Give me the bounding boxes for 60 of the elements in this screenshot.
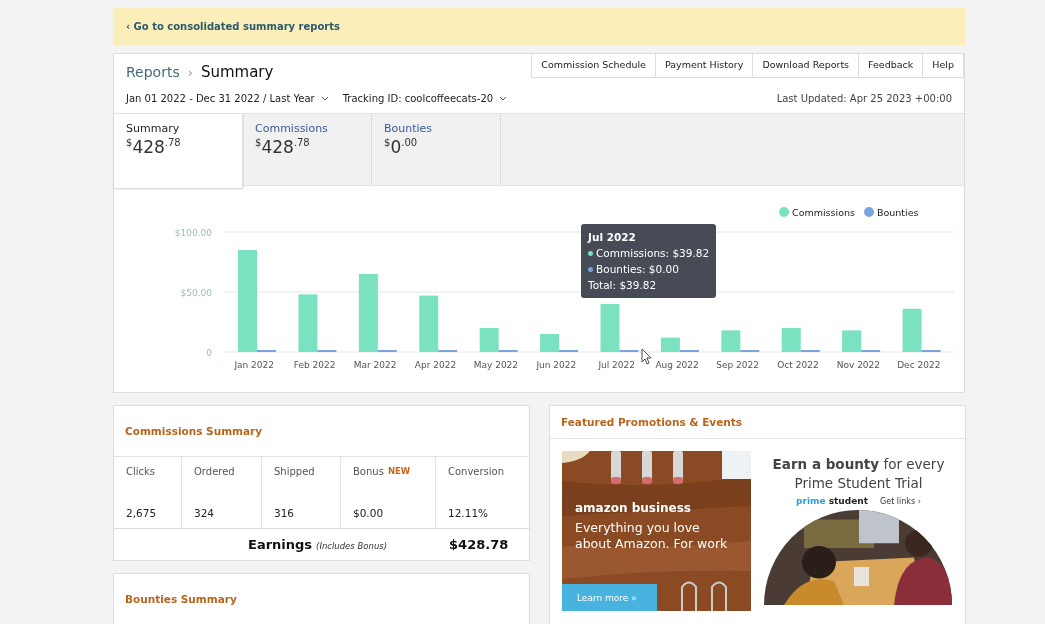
x-axis-label: Mar 2022 [353, 360, 397, 370]
card-title: Commissions Summary [114, 406, 529, 457]
back-link[interactable]: ‹ Go to consolidated summary reports [126, 21, 340, 32]
earnings-label: Earnings [248, 537, 313, 552]
column-label: Bonus [353, 466, 384, 477]
x-axis-label: Oct 2022 [777, 360, 819, 370]
tooltip-title: Jul 2022 [588, 230, 637, 245]
tracking-id-dropdown[interactable]: Tracking ID: coolcoffeecats-20 [342, 93, 508, 104]
promo-headline: Earn a bounty for every Prime Student Trial [771, 455, 946, 493]
y-axis-label: 0 [206, 348, 212, 358]
series-dot-icon [588, 250, 593, 256]
metric-value: 324 [194, 507, 216, 519]
breadcrumb-separator: › [187, 65, 193, 80]
x-axis-label: Sep 2022 [716, 360, 759, 370]
legend-label: Bounties [877, 207, 919, 218]
tooltip-text: Bounties: $0.00 [596, 262, 679, 277]
x-axis-label: Nov 2022 [836, 360, 881, 370]
page-title: Summary [200, 63, 274, 81]
x-axis-label: Apr 2022 [414, 360, 457, 370]
earnings-note: (Includes Bonus) [316, 541, 389, 551]
breadcrumb-link[interactable]: Reports [126, 64, 180, 80]
legend-label: Commissions [792, 207, 855, 218]
metric-value: 2,675 [126, 507, 158, 519]
card-title: Featured Promotions & Events [550, 406, 965, 439]
legend-item: Commissions [779, 207, 855, 218]
y-axis-label: $50.00 [180, 288, 212, 298]
earnings-value: $428.78 [449, 537, 509, 552]
promo-text: Everything you love about Amazon. For work [575, 520, 729, 552]
get-links-link[interactable]: Get links › [880, 496, 921, 506]
metric-value: $0.00 [353, 507, 385, 519]
x-axis-label: Jan 2022 [234, 360, 275, 370]
column-label: Ordered [194, 466, 235, 477]
x-axis-label: Feb 2022 [293, 360, 336, 370]
last-updated-text: Last Updated: Apr 25 2023 +00:00 [776, 93, 952, 104]
cursor-icon [641, 348, 652, 365]
tooltip-total: Total: $39.82 [588, 278, 658, 293]
nav-tab[interactable]: Commission Schedule [531, 54, 656, 78]
metric-value: 12.11% [448, 507, 490, 519]
column-label: Clicks [126, 466, 156, 477]
x-axis-label: Aug 2022 [655, 360, 699, 370]
nav-tab[interactable]: Help [922, 54, 964, 78]
x-axis-label: Dec 2022 [897, 360, 941, 370]
brand-text: prime student [796, 496, 869, 506]
series-dot-icon [588, 266, 593, 272]
metric-value: 316 [274, 507, 296, 519]
column-label: Conversion [448, 466, 505, 477]
x-axis-label: May 2022 [473, 360, 519, 370]
legend-item: Bounties [864, 207, 919, 218]
chevron-icon [499, 96, 508, 101]
date-range-dropdown[interactable]: Jan 01 2022 - Dec 31 2022 / Last Year [126, 93, 329, 104]
brand-text: amazon business [575, 501, 692, 515]
card-title: Bounties Summary [124, 592, 238, 607]
tooltip-text: Commissions: $39.82 [596, 246, 710, 261]
new-label: NEW [387, 466, 411, 476]
x-axis-label: Jul 2022 [598, 360, 635, 370]
x-axis-label: Jun 2022 [536, 360, 577, 370]
summary-tab[interactable]: Summary $^{$}$428$^{.78}$ [114, 114, 243, 188]
y-axis-label: $100.00 [174, 228, 212, 238]
chevron-icon [320, 96, 329, 101]
column-label: Shipped [274, 466, 315, 477]
